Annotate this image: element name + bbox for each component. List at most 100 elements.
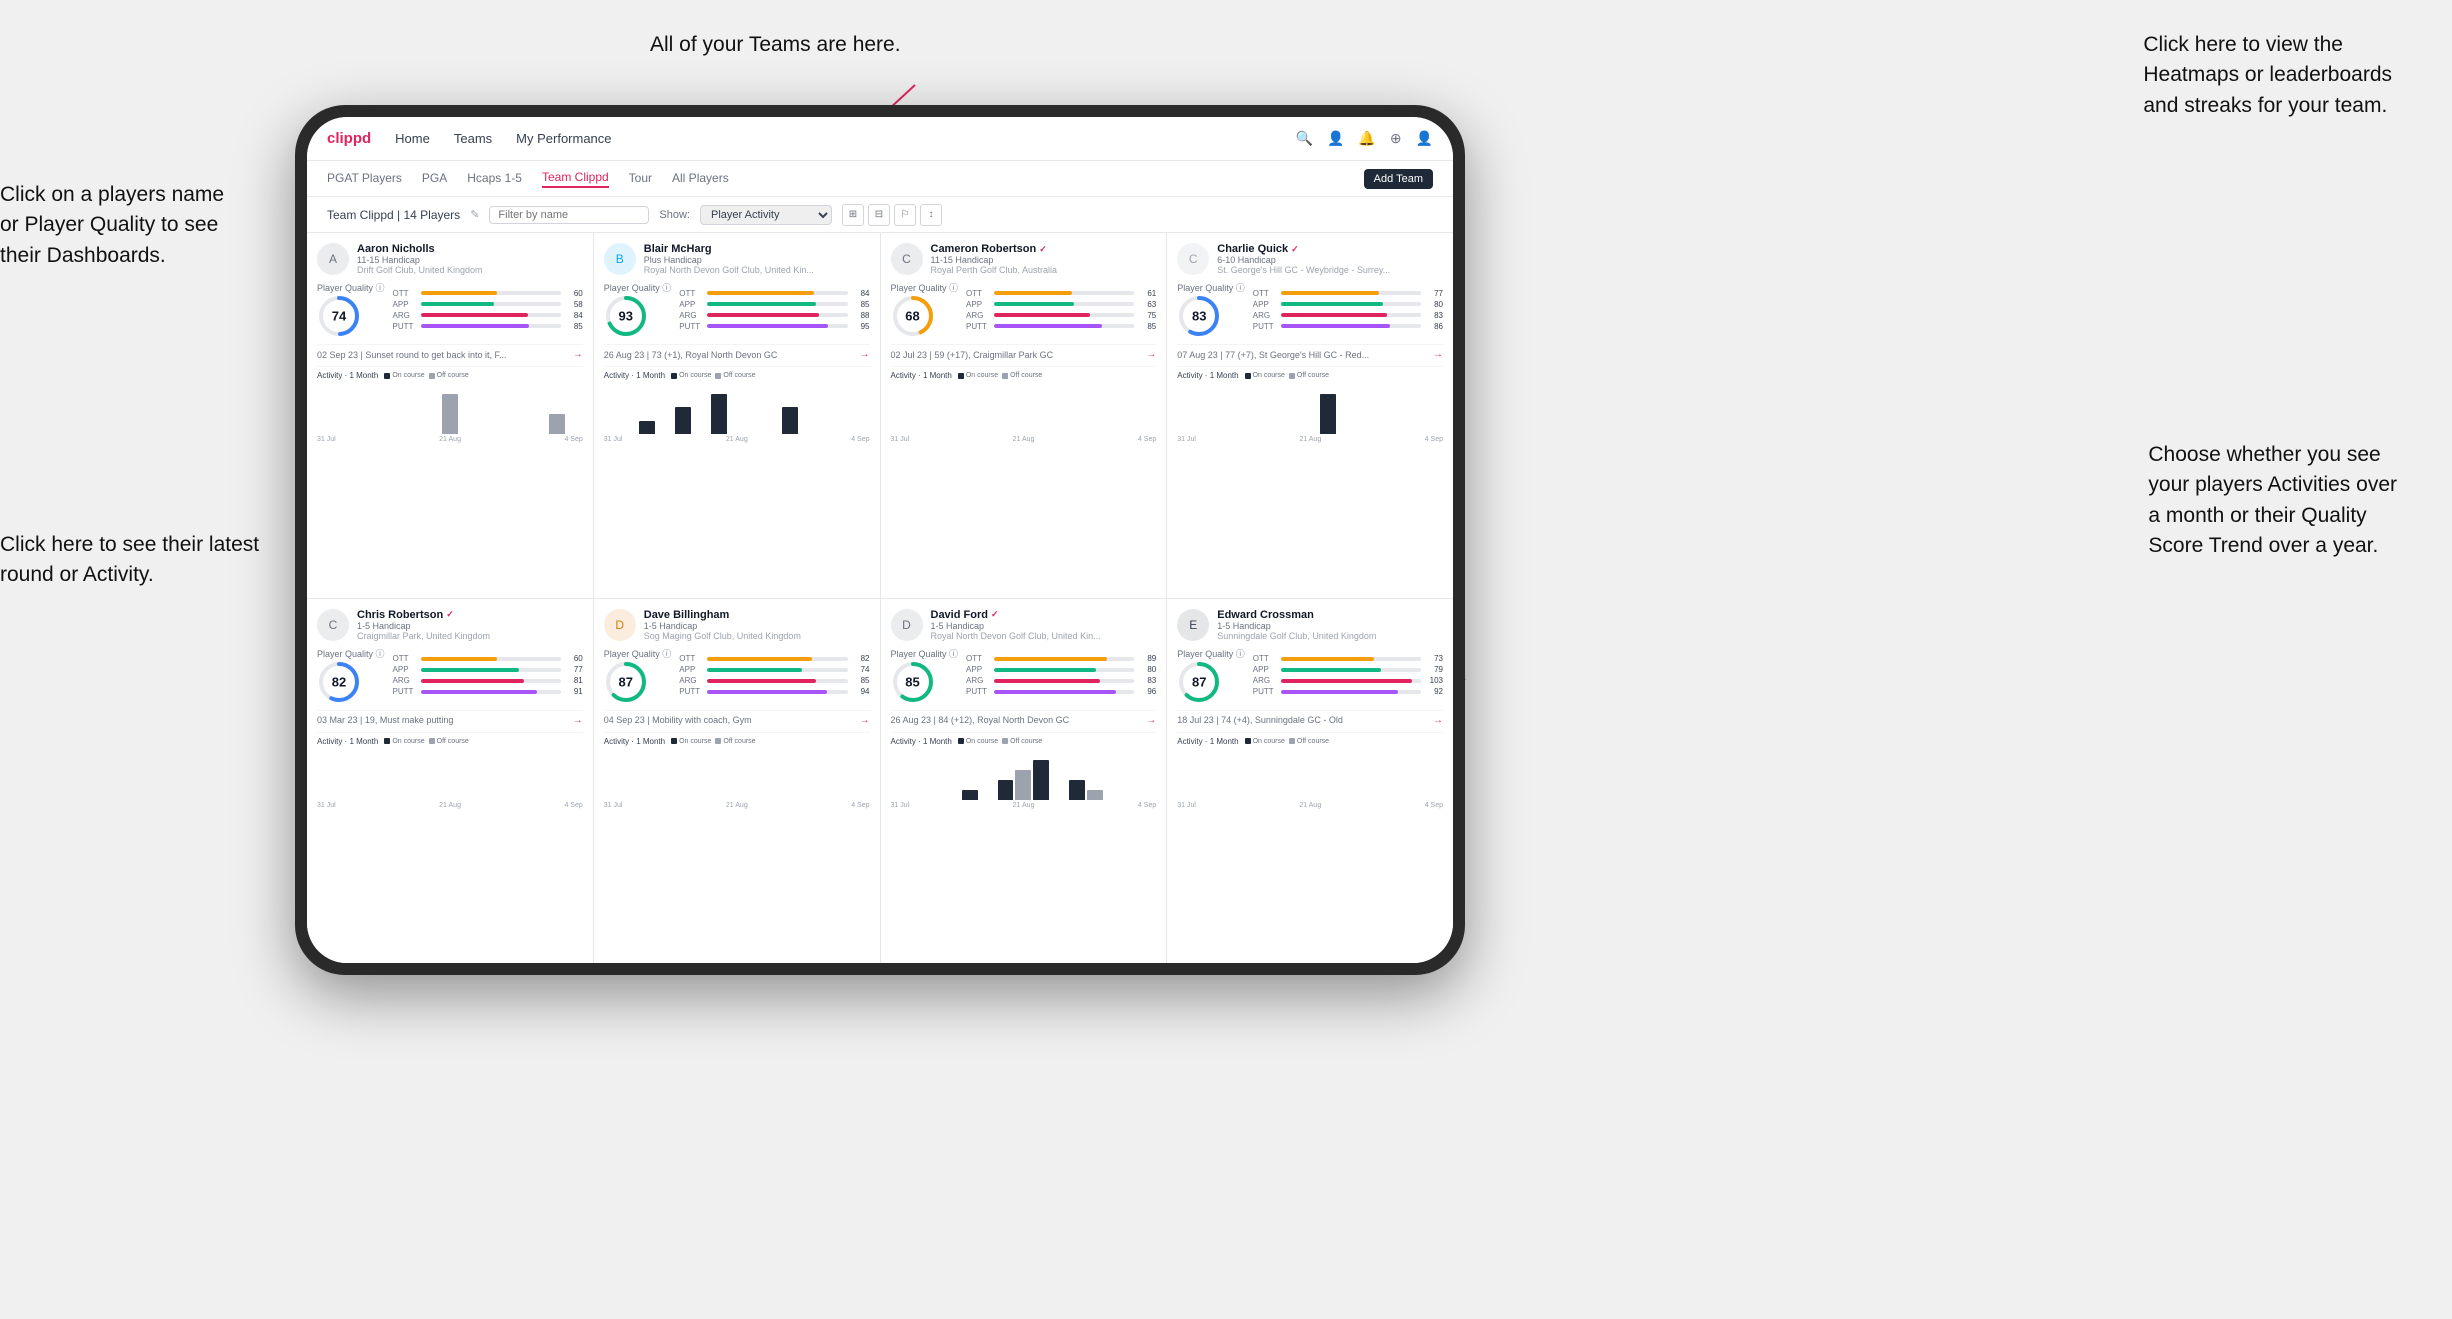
player-card[interactable]: C Chris Robertson✓ 1-5 Handicap Craigmil…	[307, 599, 593, 964]
stat-ott: OTT 60	[393, 654, 583, 663]
player-header: D Dave Billingham 1-5 Handicap Sog Magin…	[604, 609, 870, 641]
edit-icon[interactable]: ✎	[470, 208, 479, 221]
player-avatar: C	[891, 243, 923, 275]
chart-labels: 31 Jul21 Aug4 Sep	[604, 436, 870, 443]
subnav-pga[interactable]: PGA	[422, 171, 447, 187]
quality-stats: OTT 60 APP 77 ARG 81 PUTT 91	[393, 654, 583, 696]
stat-app: APP 77	[393, 665, 583, 674]
quality-circle[interactable]: 93	[604, 294, 648, 338]
quality-circle[interactable]: 74	[317, 294, 361, 338]
quality-circle[interactable]: 87	[1177, 660, 1221, 704]
add-team-button[interactable]: Add Team	[1364, 169, 1433, 189]
activity-legend: On course Off course	[1245, 738, 1329, 745]
round-arrow-icon: →	[1433, 349, 1443, 360]
activity-title: Activity · 1 Month	[891, 371, 952, 380]
view-list-icon[interactable]: ⊟	[868, 204, 890, 226]
last-round[interactable]: 03 Mar 23 | 19, Must make putting →	[317, 710, 583, 726]
quality-stats: OTT 61 APP 63 ARG 75 PUTT 85	[966, 289, 1156, 331]
player-card[interactable]: B Blair McHarg Plus Handicap Royal North…	[594, 233, 880, 598]
player-club: Sog Maging Golf Club, United Kingdom	[644, 631, 870, 641]
view-filter-icon[interactable]: ⚐	[894, 204, 916, 226]
activity-section: Activity · 1 Month On course Off course …	[317, 732, 583, 809]
player-name[interactable]: Chris Robertson✓	[357, 609, 583, 621]
activity-section: Activity · 1 Month On course Off course …	[1177, 366, 1443, 443]
player-club: St. George's Hill GC - Weybridge - Surre…	[1217, 265, 1443, 275]
subnav-tour[interactable]: Tour	[629, 171, 652, 187]
last-round[interactable]: 07 Aug 23 | 77 (+7), St George's Hill GC…	[1177, 344, 1443, 360]
quality-circle[interactable]: 68	[891, 294, 935, 338]
quality-stats: OTT 73 APP 79 ARG 103 PUTT 92	[1253, 654, 1443, 696]
search-icon[interactable]: 🔍	[1296, 130, 1313, 147]
activity-title: Activity · 1 Month	[891, 737, 952, 746]
chart-area	[604, 384, 870, 434]
player-info: Cameron Robertson✓ 11-15 Handicap Royal …	[931, 243, 1157, 275]
activity-section: Activity · 1 Month On course Off course …	[1177, 732, 1443, 809]
filter-input[interactable]	[489, 206, 649, 224]
round-arrow-icon: →	[1146, 715, 1156, 726]
stat-ott: OTT 82	[679, 654, 869, 663]
quality-number: 82	[332, 674, 346, 689]
player-card[interactable]: D Dave Billingham 1-5 Handicap Sog Magin…	[594, 599, 880, 964]
subnav-all-players[interactable]: All Players	[672, 171, 729, 187]
last-round[interactable]: 02 Jul 23 | 59 (+17), Craigmillar Park G…	[891, 344, 1157, 360]
view-sort-icon[interactable]: ↕	[920, 204, 942, 226]
nav-home[interactable]: Home	[395, 131, 430, 146]
quality-label: Player Quality ⓘ	[317, 647, 385, 660]
last-round[interactable]: 26 Aug 23 | 84 (+12), Royal North Devon …	[891, 710, 1157, 726]
player-name[interactable]: Edward Crossman	[1217, 609, 1443, 621]
activity-title: Activity · 1 Month	[317, 371, 378, 380]
last-round[interactable]: 04 Sep 23 | Mobility with coach, Gym →	[604, 710, 870, 726]
stat-arg: ARG 85	[679, 676, 869, 685]
player-card[interactable]: E Edward Crossman 1-5 Handicap Sunningda…	[1167, 599, 1453, 964]
last-round-text: 26 Aug 23 | 73 (+1), Royal North Devon G…	[604, 350, 860, 360]
view-grid-icon[interactable]: ⊞	[842, 204, 864, 226]
round-arrow-icon: →	[573, 349, 583, 360]
subnav-team-clippd[interactable]: Team Clippd	[542, 170, 609, 188]
quality-section: Player Quality ⓘ 68 OTT 61 APP 63	[891, 281, 1157, 338]
player-card[interactable]: A Aaron Nicholls 11-15 Handicap Drift Go…	[307, 233, 593, 598]
quality-section: Player Quality ⓘ 83 OTT 77 APP 80	[1177, 281, 1443, 338]
show-select[interactable]: Player Activity Quality Score Trend	[700, 205, 832, 225]
player-name[interactable]: Blair McHarg	[644, 243, 870, 255]
quality-number: 68	[905, 309, 919, 324]
bell-icon[interactable]: 🔔	[1358, 130, 1375, 147]
player-avatar: D	[891, 609, 923, 641]
player-club: Royal North Devon Golf Club, United Kin.…	[644, 265, 870, 275]
user-icon[interactable]: 👤	[1327, 130, 1344, 147]
player-name[interactable]: Cameron Robertson✓	[931, 243, 1157, 255]
last-round-text: 26 Aug 23 | 84 (+12), Royal North Devon …	[891, 715, 1147, 725]
quality-circle[interactable]: 82	[317, 660, 361, 704]
stat-putt: PUTT 86	[1253, 322, 1443, 331]
quality-circle[interactable]: 85	[891, 660, 935, 704]
brand-logo[interactable]: clippd	[327, 130, 371, 147]
stat-arg: ARG 103	[1253, 676, 1443, 685]
player-name[interactable]: David Ford✓	[931, 609, 1157, 621]
avatar-icon[interactable]: 👤	[1416, 130, 1433, 147]
quality-section: Player Quality ⓘ 87 OTT 73 APP 79	[1177, 647, 1443, 704]
nav-performance[interactable]: My Performance	[516, 131, 611, 146]
settings-icon[interactable]: ⊕	[1390, 130, 1402, 147]
player-header: D David Ford✓ 1-5 Handicap Royal North D…	[891, 609, 1157, 641]
player-info: Chris Robertson✓ 1-5 Handicap Craigmilla…	[357, 609, 583, 641]
player-card[interactable]: D David Ford✓ 1-5 Handicap Royal North D…	[881, 599, 1167, 964]
quality-number: 93	[619, 309, 633, 324]
last-round[interactable]: 18 Jul 23 | 74 (+4), Sunningdale GC - Ol…	[1177, 710, 1443, 726]
player-header: C Chris Robertson✓ 1-5 Handicap Craigmil…	[317, 609, 583, 641]
subnav-pgat[interactable]: PGAT Players	[327, 171, 402, 187]
subnav-hcaps[interactable]: Hcaps 1-5	[467, 171, 522, 187]
last-round[interactable]: 02 Sep 23 | Sunset round to get back int…	[317, 344, 583, 360]
chart-area	[891, 384, 1157, 434]
player-name[interactable]: Charlie Quick✓	[1217, 243, 1443, 255]
last-round[interactable]: 26 Aug 23 | 73 (+1), Royal North Devon G…	[604, 344, 870, 360]
player-header: C Cameron Robertson✓ 11-15 Handicap Roya…	[891, 243, 1157, 275]
player-card[interactable]: C Charlie Quick✓ 6-10 Handicap St. Georg…	[1167, 233, 1453, 598]
chart-labels: 31 Jul21 Aug4 Sep	[604, 802, 870, 809]
nav-teams[interactable]: Teams	[454, 131, 492, 146]
chart-labels: 31 Jul21 Aug4 Sep	[1177, 436, 1443, 443]
quality-circle[interactable]: 87	[604, 660, 648, 704]
quality-circle[interactable]: 83	[1177, 294, 1221, 338]
player-header: B Blair McHarg Plus Handicap Royal North…	[604, 243, 870, 275]
player-card[interactable]: C Cameron Robertson✓ 11-15 Handicap Roya…	[881, 233, 1167, 598]
player-name[interactable]: Aaron Nicholls	[357, 243, 583, 255]
player-name[interactable]: Dave Billingham	[644, 609, 870, 621]
